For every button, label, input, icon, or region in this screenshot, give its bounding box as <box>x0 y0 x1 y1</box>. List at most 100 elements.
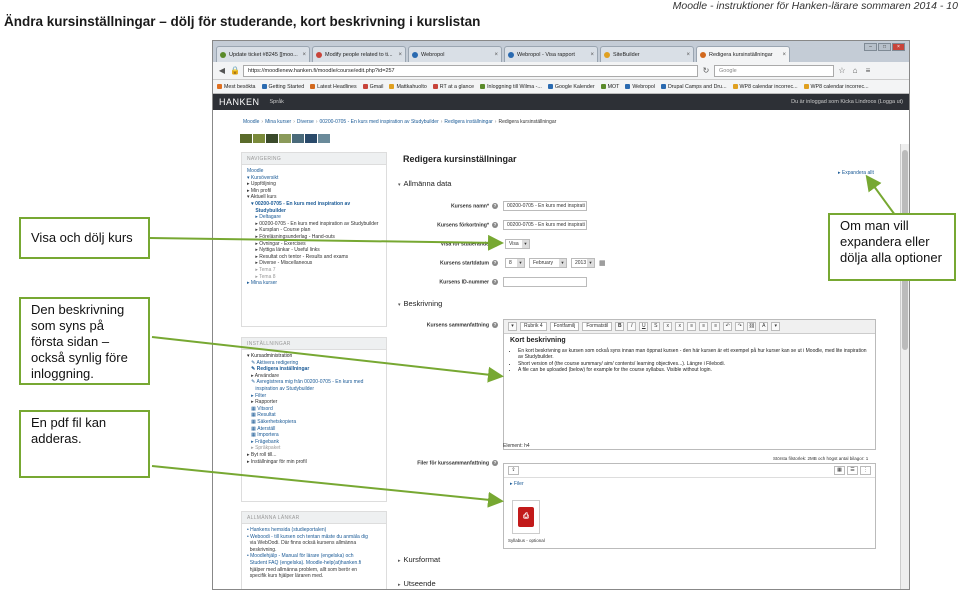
tab-6[interactable]: Redigera kursinställningar × <box>696 46 790 62</box>
section-appearance-label[interactable]: Utseende <box>404 579 436 588</box>
block-item[interactable]: ▦ Säkerhetskopiera <box>247 419 381 426</box>
bookmark-item[interactable]: Mattkahuolto <box>389 84 427 90</box>
hanken-logo[interactable]: HANKEN <box>219 97 260 107</box>
expand-all-label[interactable]: Expandera allt <box>842 170 874 176</box>
visible-select[interactable]: Visa ▼ <box>505 239 530 249</box>
block-item[interactable]: ▸ Filter <box>247 393 381 400</box>
language-menu[interactable]: Språk <box>270 99 284 105</box>
close-tab-icon[interactable]: × <box>494 52 498 58</box>
editor-content[interactable]: Kort beskrivning En kort beskrivning av … <box>504 334 875 378</box>
color-swatch[interactable] <box>279 134 291 143</box>
section-description[interactable]: ▾ Beskrivning <box>398 299 442 308</box>
close-tab-icon[interactable]: × <box>686 52 690 58</box>
color-swatch[interactable] <box>305 134 317 143</box>
font-size-select[interactable]: Rubrik 4 <box>520 322 547 331</box>
format-select[interactable]: Formatstil <box>582 322 613 331</box>
help-icon[interactable]: ? <box>492 222 498 228</box>
insert-link-icon[interactable]: ⛓ <box>747 322 757 331</box>
breadcrumb-item[interactable]: Moodle <box>243 119 259 125</box>
maximize-button[interactable]: □ <box>878 43 891 51</box>
bookmark-item[interactable]: RT at a glance <box>432 84 474 90</box>
undo-icon[interactable]: ↶ <box>723 322 733 331</box>
breadcrumb-item[interactable]: Diverse <box>297 119 314 125</box>
block-item[interactable]: ✎ Redigera inställningar <box>247 366 381 373</box>
close-tab-icon[interactable]: × <box>590 52 594 58</box>
breadcrumb-item[interactable]: Mina kurser <box>265 119 291 125</box>
bookmark-item[interactable]: Mest besökta <box>217 84 256 90</box>
add-file-icon[interactable]: ⇪ <box>508 466 519 475</box>
close-tab-icon[interactable]: × <box>782 52 786 58</box>
tab-1[interactable]: Update ticket #8245 [[moo... × <box>216 46 310 62</box>
section-general-label[interactable]: Allmänna data <box>404 179 452 188</box>
breadcrumb-item[interactable]: Redigera inställningar <box>444 119 492 125</box>
bookmark-item[interactable]: Webropol <box>625 84 655 90</box>
block-item[interactable]: ▾ Kursöversikt <box>247 175 381 182</box>
block-item[interactable]: • Weboodi - till kursen och tentan måste… <box>247 534 381 541</box>
section-appearance[interactable]: ▸ Utseende <box>398 579 436 588</box>
more-tools-icon[interactable]: ▾ <box>771 322 781 331</box>
shortname-input[interactable]: 00200-0705 - En kurs med inspirati <box>503 220 587 230</box>
close-window-button[interactable]: × <box>892 43 905 51</box>
pdf-file-name[interactable]: Syllabus - optional <box>508 538 545 543</box>
font-family-select[interactable]: Fontfamilj <box>549 322 580 331</box>
back-icon[interactable]: ◀ <box>217 66 227 75</box>
tree-view-icon[interactable]: ⋮ <box>860 466 871 475</box>
bookmark-item[interactable]: WP8 calendar incorrec... <box>803 84 869 90</box>
file-path[interactable]: ▸ Filer <box>504 478 875 490</box>
help-icon[interactable]: ? <box>492 241 498 247</box>
login-info[interactable]: Du är inloggad som Kicka Lindroos (Logga… <box>791 99 903 105</box>
help-icon[interactable]: ? <box>492 260 498 266</box>
idnumber-input[interactable] <box>503 277 587 287</box>
block-item[interactable]: ▸ Deltagare <box>247 214 381 221</box>
close-tab-icon[interactable]: × <box>398 52 402 58</box>
color-swatch[interactable] <box>266 134 278 143</box>
block-item[interactable]: ▦ Resultat <box>247 412 381 419</box>
block-item[interactable]: ▸ Frågebank <box>247 439 381 446</box>
align-right-icon[interactable]: ≡ <box>711 322 721 331</box>
subscript-icon[interactable]: x <box>663 322 673 331</box>
summary-editor[interactable]: ▾ Rubrik 4 Fontfamilj Formatstil B I U S… <box>503 319 876 450</box>
block-item[interactable]: ▦ Importera <box>247 432 381 439</box>
block-item[interactable]: Student FAQ (engelska). Moodle-help(at)h… <box>247 560 381 567</box>
breadcrumb-item[interactable]: Redigera kursinställningar <box>498 119 556 125</box>
block-item[interactable]: ✎ Aktivera redigering <box>247 360 381 367</box>
list-view-icon[interactable]: ☰ <box>847 466 858 475</box>
block-item[interactable]: Moodle <box>247 168 381 175</box>
color-swatch[interactable] <box>292 134 304 143</box>
bookmark-item[interactable]: MOT <box>600 84 619 90</box>
tab-4[interactable]: Webropol - Visa rapport × <box>504 46 598 62</box>
tab-3[interactable]: Webropol × <box>408 46 502 62</box>
block-item[interactable]: ▸ Mina kurser <box>247 280 381 287</box>
tab-2[interactable]: Modify people related to ti... × <box>312 46 406 62</box>
block-item[interactable]: ▾ 00200-0705 - En kurs med inspiration a… <box>247 201 381 208</box>
help-icon[interactable]: ? <box>492 203 498 209</box>
bookmark-item[interactable]: Drupal Camps and Dru... <box>660 84 727 90</box>
block-item[interactable]: ✎ Avregistrera mig från 00200-0705 - En … <box>247 379 381 386</box>
block-item[interactable]: Studybuilder <box>247 208 381 215</box>
text-color-icon[interactable]: A <box>759 322 769 331</box>
block-item[interactable]: • Moodlehjälp - Manual för lärare (engel… <box>247 553 381 560</box>
section-format-label[interactable]: Kursformat <box>404 555 441 564</box>
bookmark-item[interactable]: WP8 calendar incorrec... <box>732 84 798 90</box>
help-icon[interactable]: ? <box>492 322 498 328</box>
file-manager[interactable]: ⇪ ▦ ☰ ⋮ ▸ Filer ⎙ Syllabus - optional <box>503 463 876 549</box>
bookmark-star-icon[interactable]: ☆ <box>837 66 847 75</box>
tab-5[interactable]: SiteBuilder × <box>600 46 694 62</box>
start-year-select[interactable]: 2013 ▼ <box>571 258 595 268</box>
section-general[interactable]: ▾ Allmänna data <box>398 179 451 188</box>
strike-icon[interactable]: S <box>651 322 661 331</box>
help-icon[interactable]: ? <box>492 460 498 466</box>
search-input[interactable]: Google <box>714 64 834 77</box>
bold-button[interactable]: B <box>615 322 625 331</box>
grid-view-icon[interactable]: ▦ <box>834 466 845 475</box>
toolbar-toggle-icon[interactable]: ▾ <box>508 322 517 331</box>
color-swatch[interactable] <box>318 134 330 143</box>
bookmark-item[interactable]: Latest Headlines <box>310 84 357 90</box>
calendar-icon[interactable]: ▦ <box>599 259 606 267</box>
pdf-file-icon[interactable]: ⎙ <box>512 500 540 534</box>
block-item[interactable]: ▦ Vitsord <box>247 406 381 413</box>
minimize-button[interactable]: – <box>864 43 877 51</box>
align-left-icon[interactable]: ≡ <box>687 322 697 331</box>
block-item[interactable]: ▦ Återställ <box>247 426 381 433</box>
redo-icon[interactable]: ↷ <box>735 322 745 331</box>
